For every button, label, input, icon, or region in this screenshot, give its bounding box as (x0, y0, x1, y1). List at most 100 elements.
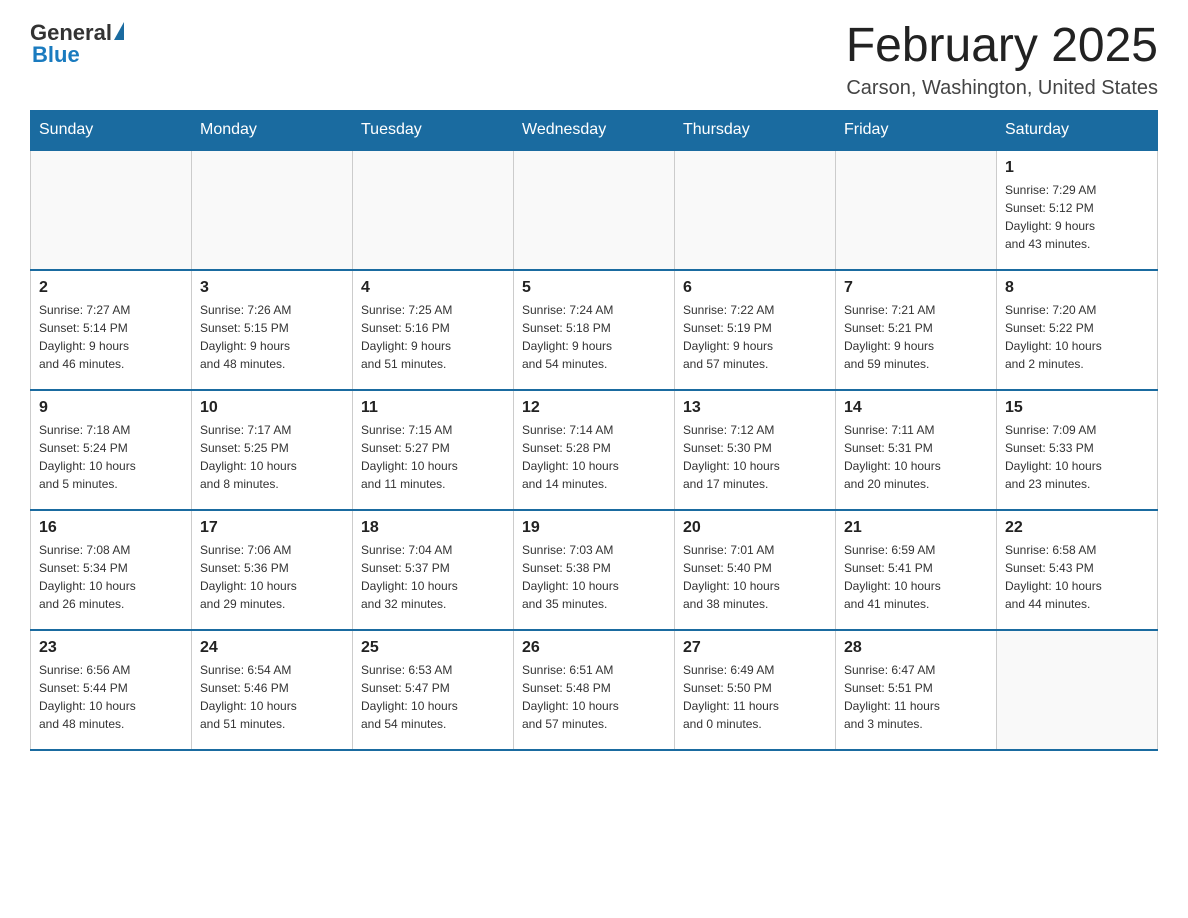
calendar-week-row: 23Sunrise: 6:56 AM Sunset: 5:44 PM Dayli… (31, 630, 1158, 750)
table-row (675, 150, 836, 270)
day-info: Sunrise: 7:22 AM Sunset: 5:19 PM Dayligh… (683, 301, 827, 373)
header-wednesday: Wednesday (514, 110, 675, 150)
day-info: Sunrise: 6:54 AM Sunset: 5:46 PM Dayligh… (200, 661, 344, 733)
table-row: 24 Sunrise: 6:54 AM Sunset: 5:46 PM Dayli… (192, 630, 353, 750)
day-number: 14 (844, 399, 988, 417)
table-row: 25 Sunrise: 6:53 AM Sunset: 5:47 PM Dayli… (353, 630, 514, 750)
day-number: 18 (361, 519, 505, 537)
table-row: 13 Sunrise: 7:12 AM Sunset: 5:30 PM Dayli… (675, 390, 836, 510)
table-row: 11 Sunrise: 7:15 AM Sunset: 5:27 PM Dayli… (353, 390, 514, 510)
day-info: Sunrise: 7:11 AM Sunset: 5:31 PM Dayligh… (844, 421, 988, 493)
day-number: 2 (39, 279, 183, 297)
day-info: Sunrise: 6:49 AM Sunset: 5:50 PM Dayligh… (683, 661, 827, 733)
day-info: Sunrise: 7:03 AM Sunset: 5:38 PM Dayligh… (522, 541, 666, 613)
day-number: 1 (1005, 159, 1149, 177)
day-info: Sunrise: 6:53 AM Sunset: 5:47 PM Dayligh… (361, 661, 505, 733)
day-number: 28 (844, 639, 988, 657)
table-row: 26 Sunrise: 6:51 AM Sunset: 5:48 PM Dayli… (514, 630, 675, 750)
table-row: 22 Sunrise: 6:58 AM Sunset: 5:43 PM Dayli… (997, 510, 1158, 630)
page-header: General Blue February 2025 Carson, Washi… (30, 20, 1158, 100)
calendar-header-row: Sunday Monday Tuesday Wednesday Thursday… (31, 110, 1158, 150)
calendar-week-row: 1 Sunrise: 7:29 AM Sunset: 5:12 PM Daylig… (31, 150, 1158, 270)
day-info: Sunrise: 7:15 AM Sunset: 5:27 PM Dayligh… (361, 421, 505, 493)
table-row: 21 Sunrise: 6:59 AM Sunset: 5:41 PM Dayli… (836, 510, 997, 630)
table-row (353, 150, 514, 270)
day-number: 12 (522, 399, 666, 417)
day-number: 25 (361, 639, 505, 657)
day-number: 9 (39, 399, 183, 417)
table-row (997, 630, 1158, 750)
table-row: 27Sunrise: 6:49 AM Sunset: 5:50 PM Dayli… (675, 630, 836, 750)
day-info: Sunrise: 7:26 AM Sunset: 5:15 PM Dayligh… (200, 301, 344, 373)
calendar-week-row: 2 Sunrise: 7:27 AM Sunset: 5:14 PM Daylig… (31, 270, 1158, 390)
header-friday: Friday (836, 110, 997, 150)
table-row: 1 Sunrise: 7:29 AM Sunset: 5:12 PM Daylig… (997, 150, 1158, 270)
day-number: 6 (683, 279, 827, 297)
title-section: February 2025 Carson, Washington, United… (846, 20, 1158, 100)
table-row: 14 Sunrise: 7:11 AM Sunset: 5:31 PM Dayli… (836, 390, 997, 510)
calendar-week-row: 16 Sunrise: 7:08 AM Sunset: 5:34 PM Dayli… (31, 510, 1158, 630)
logo-triangle-icon (114, 22, 124, 40)
table-row: 19Sunrise: 7:03 AM Sunset: 5:38 PM Dayli… (514, 510, 675, 630)
day-number: 20 (683, 519, 827, 537)
table-row (836, 150, 997, 270)
table-row: 8Sunrise: 7:20 AM Sunset: 5:22 PM Daylig… (997, 270, 1158, 390)
day-info: Sunrise: 6:51 AM Sunset: 5:48 PM Dayligh… (522, 661, 666, 733)
table-row: 3 Sunrise: 7:26 AM Sunset: 5:15 PM Daylig… (192, 270, 353, 390)
day-number: 21 (844, 519, 988, 537)
day-number: 10 (200, 399, 344, 417)
day-info: Sunrise: 6:58 AM Sunset: 5:43 PM Dayligh… (1005, 541, 1149, 613)
day-number: 22 (1005, 519, 1149, 537)
day-info: Sunrise: 6:59 AM Sunset: 5:41 PM Dayligh… (844, 541, 988, 613)
day-number: 8 (1005, 279, 1149, 297)
day-info: Sunrise: 7:12 AM Sunset: 5:30 PM Dayligh… (683, 421, 827, 493)
table-row: 10 Sunrise: 7:17 AM Sunset: 5:25 PM Dayli… (192, 390, 353, 510)
day-number: 3 (200, 279, 344, 297)
page-title: February 2025 (846, 20, 1158, 73)
table-row: 17Sunrise: 7:06 AM Sunset: 5:36 PM Dayli… (192, 510, 353, 630)
day-info: Sunrise: 6:56 AM Sunset: 5:44 PM Dayligh… (39, 661, 183, 733)
table-row: 6 Sunrise: 7:22 AM Sunset: 5:19 PM Daylig… (675, 270, 836, 390)
day-info: Sunrise: 7:04 AM Sunset: 5:37 PM Dayligh… (361, 541, 505, 613)
table-row: 15Sunrise: 7:09 AM Sunset: 5:33 PM Dayli… (997, 390, 1158, 510)
table-row (31, 150, 192, 270)
header-tuesday: Tuesday (353, 110, 514, 150)
header-sunday: Sunday (31, 110, 192, 150)
calendar-week-row: 9 Sunrise: 7:18 AM Sunset: 5:24 PM Daylig… (31, 390, 1158, 510)
table-row: 20 Sunrise: 7:01 AM Sunset: 5:40 PM Dayli… (675, 510, 836, 630)
day-number: 16 (39, 519, 183, 537)
day-number: 5 (522, 279, 666, 297)
day-number: 13 (683, 399, 827, 417)
table-row: 7 Sunrise: 7:21 AM Sunset: 5:21 PM Daylig… (836, 270, 997, 390)
table-row: 12 Sunrise: 7:14 AM Sunset: 5:28 PM Dayli… (514, 390, 675, 510)
day-info: Sunrise: 6:47 AM Sunset: 5:51 PM Dayligh… (844, 661, 988, 733)
day-info: Sunrise: 7:29 AM Sunset: 5:12 PM Dayligh… (1005, 181, 1149, 253)
day-info: Sunrise: 7:25 AM Sunset: 5:16 PM Dayligh… (361, 301, 505, 373)
table-row: 18 Sunrise: 7:04 AM Sunset: 5:37 PM Dayli… (353, 510, 514, 630)
day-info: Sunrise: 7:21 AM Sunset: 5:21 PM Dayligh… (844, 301, 988, 373)
day-info: Sunrise: 7:17 AM Sunset: 5:25 PM Dayligh… (200, 421, 344, 493)
day-info: Sunrise: 7:06 AM Sunset: 5:36 PM Dayligh… (200, 541, 344, 613)
table-row: 23Sunrise: 6:56 AM Sunset: 5:44 PM Dayli… (31, 630, 192, 750)
day-info: Sunrise: 7:18 AM Sunset: 5:24 PM Dayligh… (39, 421, 183, 493)
day-number: 7 (844, 279, 988, 297)
header-thursday: Thursday (675, 110, 836, 150)
table-row (514, 150, 675, 270)
table-row: 9 Sunrise: 7:18 AM Sunset: 5:24 PM Daylig… (31, 390, 192, 510)
table-row (192, 150, 353, 270)
header-saturday: Saturday (997, 110, 1158, 150)
day-info: Sunrise: 7:01 AM Sunset: 5:40 PM Dayligh… (683, 541, 827, 613)
day-info: Sunrise: 7:08 AM Sunset: 5:34 PM Dayligh… (39, 541, 183, 613)
day-number: 4 (361, 279, 505, 297)
day-info: Sunrise: 7:27 AM Sunset: 5:14 PM Dayligh… (39, 301, 183, 373)
day-info: Sunrise: 7:14 AM Sunset: 5:28 PM Dayligh… (522, 421, 666, 493)
day-number: 26 (522, 639, 666, 657)
table-row: 16 Sunrise: 7:08 AM Sunset: 5:34 PM Dayli… (31, 510, 192, 630)
calendar-table: Sunday Monday Tuesday Wednesday Thursday… (30, 110, 1158, 751)
table-row: 4 Sunrise: 7:25 AM Sunset: 5:16 PM Daylig… (353, 270, 514, 390)
day-number: 15 (1005, 399, 1149, 417)
day-number: 24 (200, 639, 344, 657)
location-subtitle: Carson, Washington, United States (846, 77, 1158, 100)
table-row: 2 Sunrise: 7:27 AM Sunset: 5:14 PM Daylig… (31, 270, 192, 390)
day-number: 11 (361, 399, 505, 417)
